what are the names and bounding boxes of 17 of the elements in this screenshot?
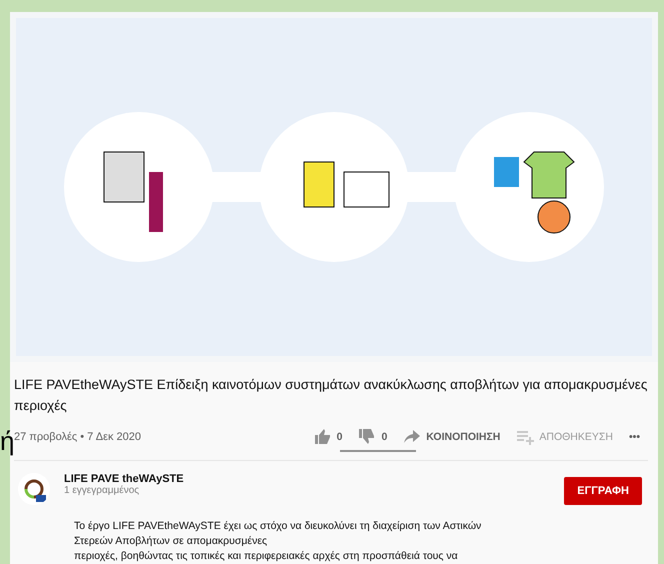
description-line: Στερεών Αποβλήτων σε απομακρυσμένες <box>74 534 268 549</box>
channel-name[interactable]: LIFE PAVE theWAySTE <box>64 473 564 485</box>
subscriber-count: 1 εγγεγραμμένος <box>64 485 140 496</box>
subscribe-button[interactable]: ΕΓΓΡΑΦΗ <box>564 477 642 505</box>
dislike-button[interactable]: 0 <box>350 428 396 446</box>
description-line: Το έργο LIFE PAVEtheWAySTE έχει ως στόχο να διευκολύνει τη διαχείριση των Αστικών <box>74 519 482 534</box>
video-frame[interactable] <box>10 12 658 362</box>
description-line: περιοχές, βοηθώντας τις τοπικές και περιφερειακές αρχές στη προσπάθειά τους να <box>74 549 459 564</box>
more-button[interactable]: ••• <box>620 431 648 443</box>
video-title: LIFE PAVEtheWAySTE Επίδειξη καινοτόμων συστημάτων ανακύκλωσης αποβλήτων για απομακρυσμένες περιοχές <box>14 376 648 415</box>
like-button[interactable]: 0 <box>306 428 350 446</box>
playlist-add-icon <box>516 428 534 446</box>
thumbs-down-icon <box>358 428 376 446</box>
text-fragment: ή <box>0 428 14 454</box>
thumbs-up-icon <box>314 428 332 446</box>
share-button[interactable]: ΚΟΙΝΟΠΟΙΗΣΗ <box>395 428 508 446</box>
view-count-date: 27 προβολές • 7 Δεκ 2020 <box>14 431 142 443</box>
